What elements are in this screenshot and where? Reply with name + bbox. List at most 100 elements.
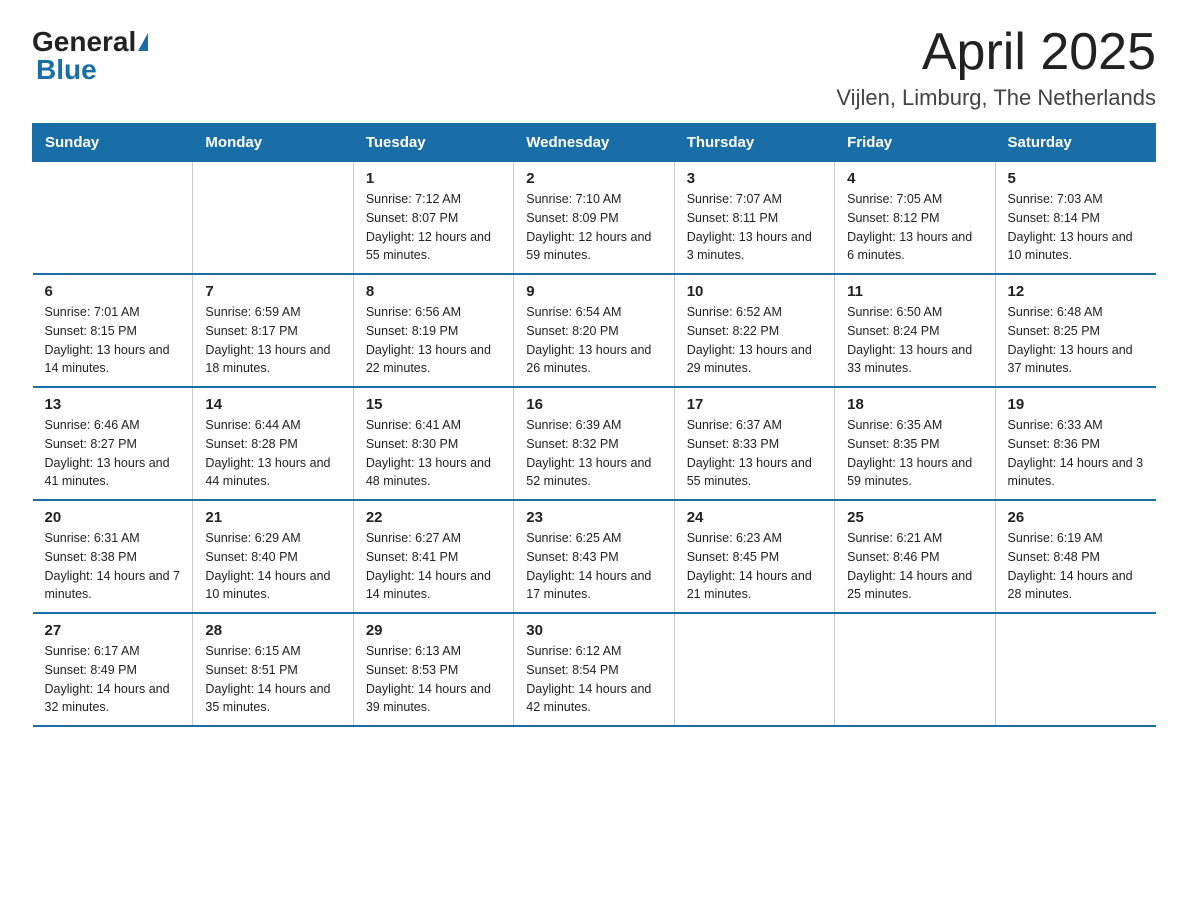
day-number: 26 <box>1008 509 1144 526</box>
day-info: Sunrise: 6:29 AMSunset: 8:40 PMDaylight:… <box>205 529 340 604</box>
day-info: Sunrise: 6:15 AMSunset: 8:51 PMDaylight:… <box>205 642 340 717</box>
day-info: Sunrise: 6:27 AMSunset: 8:41 PMDaylight:… <box>366 529 501 604</box>
day-info: Sunrise: 6:56 AMSunset: 8:19 PMDaylight:… <box>366 303 501 378</box>
calendar-cell: 23 Sunrise: 6:25 AMSunset: 8:43 PMDayligh… <box>514 500 674 613</box>
day-info: Sunrise: 7:03 AMSunset: 8:14 PMDaylight:… <box>1008 190 1144 265</box>
day-info: Sunrise: 6:44 AMSunset: 8:28 PMDaylight:… <box>205 416 340 491</box>
day-number: 10 <box>687 283 822 300</box>
day-number: 1 <box>366 170 501 187</box>
calendar-cell: 3 Sunrise: 7:07 AMSunset: 8:11 PMDaylight… <box>674 162 834 275</box>
day-info: Sunrise: 6:19 AMSunset: 8:48 PMDaylight:… <box>1008 529 1144 604</box>
title-block: April 2025 Vijlen, Limburg, The Netherla… <box>836 24 1156 111</box>
day-number: 18 <box>847 396 982 413</box>
day-info: Sunrise: 6:21 AMSunset: 8:46 PMDaylight:… <box>847 529 982 604</box>
day-number: 3 <box>687 170 822 187</box>
calendar-cell: 16 Sunrise: 6:39 AMSunset: 8:32 PMDayligh… <box>514 387 674 500</box>
day-info: Sunrise: 6:37 AMSunset: 8:33 PMDaylight:… <box>687 416 822 491</box>
page-title: April 2025 <box>836 24 1156 81</box>
calendar-cell: 29Sunrise: 6:13 AMSunset: 8:53 PMDayligh… <box>353 613 513 726</box>
calendar-cell: 2 Sunrise: 7:10 AMSunset: 8:09 PMDaylight… <box>514 162 674 275</box>
day-number: 14 <box>205 396 340 413</box>
day-number: 9 <box>526 283 661 300</box>
day-number: 28 <box>205 622 340 639</box>
day-number: 21 <box>205 509 340 526</box>
calendar-cell: 10 Sunrise: 6:52 AMSunset: 8:22 PMDayligh… <box>674 274 834 387</box>
day-info: Sunrise: 6:48 AMSunset: 8:25 PMDaylight:… <box>1008 303 1144 378</box>
header-wednesday: Wednesday <box>514 124 674 162</box>
day-number: 22 <box>366 509 501 526</box>
header-friday: Friday <box>835 124 995 162</box>
day-info: Sunrise: 6:39 AMSunset: 8:32 PMDaylight:… <box>526 416 661 491</box>
day-info: Sunrise: 6:12 AMSunset: 8:54 PMDaylight:… <box>526 642 661 717</box>
calendar-week-2: 6 Sunrise: 7:01 AMSunset: 8:15 PMDaylight… <box>33 274 1156 387</box>
logo: General Blue <box>32 28 148 86</box>
calendar-cell: 25Sunrise: 6:21 AMSunset: 8:46 PMDayligh… <box>835 500 995 613</box>
calendar-cell: 14 Sunrise: 6:44 AMSunset: 8:28 PMDayligh… <box>193 387 353 500</box>
calendar-cell: 27 Sunrise: 6:17 AMSunset: 8:49 PMDayligh… <box>33 613 193 726</box>
day-number: 24 <box>687 509 822 526</box>
calendar-cell <box>835 613 995 726</box>
day-number: 27 <box>45 622 181 639</box>
logo-general-text: General <box>32 28 136 56</box>
calendar-cell: 18 Sunrise: 6:35 AMSunset: 8:35 PMDayligh… <box>835 387 995 500</box>
day-number: 17 <box>687 396 822 413</box>
page-subtitle: Vijlen, Limburg, The Netherlands <box>836 85 1156 111</box>
day-info: Sunrise: 6:31 AMSunset: 8:38 PMDaylight:… <box>45 529 181 604</box>
calendar-cell: 1 Sunrise: 7:12 AMSunset: 8:07 PMDaylight… <box>353 162 513 275</box>
day-info: Sunrise: 6:50 AMSunset: 8:24 PMDaylight:… <box>847 303 982 378</box>
logo-blue-text: Blue <box>36 54 97 86</box>
day-number: 12 <box>1008 283 1144 300</box>
header-tuesday: Tuesday <box>353 124 513 162</box>
calendar-cell: 17 Sunrise: 6:37 AMSunset: 8:33 PMDayligh… <box>674 387 834 500</box>
day-number: 19 <box>1008 396 1144 413</box>
day-info: Sunrise: 6:33 AMSunset: 8:36 PMDaylight:… <box>1008 416 1144 491</box>
day-info: Sunrise: 7:07 AMSunset: 8:11 PMDaylight:… <box>687 190 822 265</box>
calendar-week-3: 13Sunrise: 6:46 AMSunset: 8:27 PMDayligh… <box>33 387 1156 500</box>
header-monday: Monday <box>193 124 353 162</box>
calendar-cell: 7 Sunrise: 6:59 AMSunset: 8:17 PMDaylight… <box>193 274 353 387</box>
day-number: 16 <box>526 396 661 413</box>
day-info: Sunrise: 7:12 AMSunset: 8:07 PMDaylight:… <box>366 190 501 265</box>
day-number: 5 <box>1008 170 1144 187</box>
calendar-cell: 4 Sunrise: 7:05 AMSunset: 8:12 PMDaylight… <box>835 162 995 275</box>
day-info: Sunrise: 6:59 AMSunset: 8:17 PMDaylight:… <box>205 303 340 378</box>
day-number: 23 <box>526 509 661 526</box>
calendar-cell: 21 Sunrise: 6:29 AMSunset: 8:40 PMDayligh… <box>193 500 353 613</box>
calendar-week-1: 1 Sunrise: 7:12 AMSunset: 8:07 PMDaylight… <box>33 162 1156 275</box>
calendar-cell: 8 Sunrise: 6:56 AMSunset: 8:19 PMDaylight… <box>353 274 513 387</box>
calendar-cell: 6 Sunrise: 7:01 AMSunset: 8:15 PMDaylight… <box>33 274 193 387</box>
day-info: Sunrise: 7:05 AMSunset: 8:12 PMDaylight:… <box>847 190 982 265</box>
day-info: Sunrise: 6:23 AMSunset: 8:45 PMDaylight:… <box>687 529 822 604</box>
day-info: Sunrise: 6:35 AMSunset: 8:35 PMDaylight:… <box>847 416 982 491</box>
calendar-cell: 11Sunrise: 6:50 AMSunset: 8:24 PMDayligh… <box>835 274 995 387</box>
calendar-cell <box>33 162 193 275</box>
day-number: 7 <box>205 283 340 300</box>
calendar-cell: 19 Sunrise: 6:33 AMSunset: 8:36 PMDayligh… <box>995 387 1155 500</box>
day-info: Sunrise: 6:52 AMSunset: 8:22 PMDaylight:… <box>687 303 822 378</box>
calendar-cell: 22 Sunrise: 6:27 AMSunset: 8:41 PMDayligh… <box>353 500 513 613</box>
page-header: General Blue April 2025 Vijlen, Limburg,… <box>32 24 1156 111</box>
calendar-cell: 30 Sunrise: 6:12 AMSunset: 8:54 PMDayligh… <box>514 613 674 726</box>
day-number: 6 <box>45 283 181 300</box>
day-number: 8 <box>366 283 501 300</box>
header-thursday: Thursday <box>674 124 834 162</box>
calendar-cell: 20Sunrise: 6:31 AMSunset: 8:38 PMDayligh… <box>33 500 193 613</box>
calendar-cell: 15Sunrise: 6:41 AMSunset: 8:30 PMDayligh… <box>353 387 513 500</box>
day-info: Sunrise: 7:10 AMSunset: 8:09 PMDaylight:… <box>526 190 661 265</box>
day-number: 2 <box>526 170 661 187</box>
day-number: 4 <box>847 170 982 187</box>
calendar-table: SundayMondayTuesdayWednesdayThursdayFrid… <box>32 123 1156 727</box>
day-info: Sunrise: 6:13 AMSunset: 8:53 PMDaylight:… <box>366 642 501 717</box>
day-info: Sunrise: 6:17 AMSunset: 8:49 PMDaylight:… <box>45 642 181 717</box>
day-info: Sunrise: 7:01 AMSunset: 8:15 PMDaylight:… <box>45 303 181 378</box>
calendar-cell <box>674 613 834 726</box>
calendar-cell: 12 Sunrise: 6:48 AMSunset: 8:25 PMDayligh… <box>995 274 1155 387</box>
calendar-cell <box>193 162 353 275</box>
calendar-cell: 9 Sunrise: 6:54 AMSunset: 8:20 PMDaylight… <box>514 274 674 387</box>
day-info: Sunrise: 6:25 AMSunset: 8:43 PMDaylight:… <box>526 529 661 604</box>
logo-triangle-icon <box>138 33 148 51</box>
day-number: 30 <box>526 622 661 639</box>
calendar-cell: 28 Sunrise: 6:15 AMSunset: 8:51 PMDayligh… <box>193 613 353 726</box>
day-info: Sunrise: 6:41 AMSunset: 8:30 PMDaylight:… <box>366 416 501 491</box>
day-info: Sunrise: 6:54 AMSunset: 8:20 PMDaylight:… <box>526 303 661 378</box>
